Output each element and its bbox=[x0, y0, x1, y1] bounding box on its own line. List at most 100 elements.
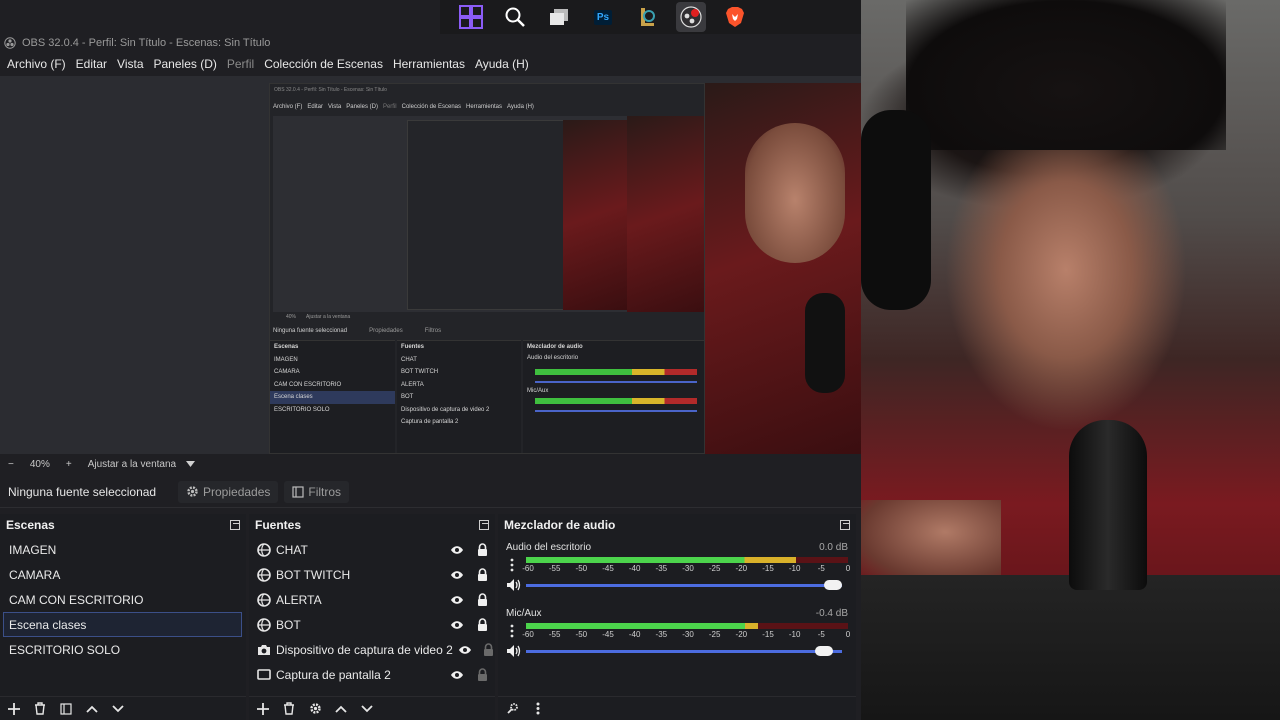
menu-archivo[interactable]: Archivo (F) bbox=[2, 57, 71, 71]
menu-editar[interactable]: Editar bbox=[71, 57, 112, 71]
move-scene-down-button[interactable] bbox=[110, 701, 126, 717]
source-item-screen-capture[interactable]: Captura de pantalla 2 bbox=[249, 662, 495, 687]
nested-menu-paneles: Paneles (D) bbox=[346, 104, 378, 110]
channel-menu-icon[interactable] bbox=[510, 558, 514, 572]
nested-preview-area bbox=[273, 116, 627, 312]
source-label: ALERTA bbox=[276, 592, 322, 607]
nested-menu-herramientas: Herramientas bbox=[466, 104, 503, 110]
channel-menu-icon[interactable] bbox=[510, 624, 514, 638]
add-scene-button[interactable] bbox=[6, 701, 22, 717]
move-source-up-button[interactable] bbox=[333, 701, 349, 717]
windows-start-icon[interactable] bbox=[456, 2, 486, 32]
volume-slider-handle[interactable] bbox=[824, 580, 842, 590]
scene-item-cam-con-escritorio[interactable]: CAM CON ESCRITORIO bbox=[0, 587, 246, 612]
menu-paneles[interactable]: Paneles (D) bbox=[149, 57, 222, 71]
sources-dock-header: Fuentes bbox=[249, 514, 495, 536]
taskbar: Ps bbox=[440, 0, 861, 34]
scene-item-escena-clases[interactable]: Escena clases bbox=[3, 612, 242, 637]
fit-window-dropdown[interactable]: Ajustar a la ventana bbox=[88, 459, 196, 470]
nested-mixer: Mezclador de audio Audio del escritorio … bbox=[523, 340, 704, 453]
nested-filters: Filtros bbox=[424, 328, 442, 334]
volume-slider[interactable] bbox=[526, 584, 842, 587]
eye-icon[interactable] bbox=[450, 543, 464, 557]
menu-herramientas[interactable]: Herramientas bbox=[388, 57, 470, 71]
unlock-icon[interactable] bbox=[483, 643, 494, 657]
league-of-legends-icon[interactable] bbox=[632, 2, 662, 32]
scene-item-camara[interactable]: CAMARA bbox=[0, 562, 246, 587]
mixer-menu-button[interactable] bbox=[530, 701, 546, 717]
lock-icon[interactable] bbox=[475, 568, 489, 582]
brave-icon[interactable] bbox=[720, 2, 750, 32]
menu-bar: Archivo (F) Editar Vista Paneles (D) Per… bbox=[0, 54, 861, 74]
properties-button[interactable]: Propiedades bbox=[178, 480, 279, 503]
mixer-channel: Mic/Aux -0.4 dB -60 -55 -50 -45 -40 -35 -30 -25 -2… bbox=[504, 608, 850, 668]
speaker-icon[interactable] bbox=[506, 644, 522, 658]
mixer-title: Mezclador de audio bbox=[504, 518, 616, 532]
lock-icon[interactable] bbox=[475, 543, 489, 557]
source-item-bot[interactable]: BOT bbox=[249, 612, 495, 637]
scene-item-imagen[interactable]: IMAGEN bbox=[0, 537, 246, 562]
eye-icon[interactable] bbox=[450, 593, 464, 607]
nested-menu-coleccion: Colección de Escenas bbox=[401, 104, 461, 110]
task-view-icon[interactable] bbox=[544, 2, 574, 32]
move-scene-up-button[interactable] bbox=[84, 701, 100, 717]
gear-icon bbox=[309, 703, 321, 714]
menu-coleccion-escenas[interactable]: Colección de Escenas bbox=[259, 57, 388, 71]
webcam-headphones bbox=[861, 110, 931, 310]
program-preview[interactable]: OBS 32.0.4 - Perfil: Sin Título - Escena… bbox=[0, 76, 861, 454]
browser-source-icon bbox=[257, 592, 271, 607]
nested-menu-ayuda: Ayuda (H) bbox=[507, 104, 534, 110]
nested-mixer-header: Mezclador de audio bbox=[527, 344, 583, 350]
lock-icon[interactable] bbox=[475, 593, 489, 607]
add-source-button[interactable] bbox=[255, 701, 271, 717]
source-properties-button[interactable] bbox=[307, 701, 323, 717]
zoom-in-button[interactable]: + bbox=[66, 459, 72, 470]
meter-tick-label: -10 bbox=[788, 564, 801, 573]
nested-sources: Fuentes CHAT BOT TWITCH ALERTA BOT Dispo… bbox=[397, 340, 521, 453]
mixer-dock-header: Mezclador de audio bbox=[498, 514, 856, 536]
volume-slider-handle[interactable] bbox=[814, 646, 833, 656]
remove-source-button[interactable] bbox=[281, 701, 297, 717]
eye-icon[interactable] bbox=[450, 618, 464, 632]
remove-scene-button[interactable] bbox=[32, 701, 48, 717]
menu-ayuda[interactable]: Ayuda (H) bbox=[470, 57, 534, 71]
source-item-bot-twitch[interactable]: BOT TWITCH bbox=[249, 562, 495, 587]
photoshop-icon[interactable]: Ps bbox=[588, 2, 618, 32]
speaker-icon[interactable] bbox=[506, 578, 522, 592]
eye-icon[interactable] bbox=[450, 568, 464, 582]
advanced-audio-button[interactable] bbox=[504, 701, 520, 717]
menu-perfil[interactable]: Perfil bbox=[222, 57, 259, 71]
undock-icon[interactable] bbox=[230, 520, 240, 530]
volume-slider[interactable] bbox=[526, 650, 842, 653]
lock-icon[interactable] bbox=[475, 618, 489, 632]
menu-vista[interactable]: Vista bbox=[112, 57, 148, 71]
unlock-icon[interactable] bbox=[475, 668, 489, 682]
source-item-chat[interactable]: CHAT bbox=[249, 537, 495, 562]
search-icon[interactable] bbox=[500, 2, 530, 32]
scene-filters-button[interactable] bbox=[58, 701, 74, 717]
scene-item-escritorio-solo[interactable]: ESCRITORIO SOLO bbox=[0, 637, 246, 662]
nested-no-source: Ninguna fuente seleccionad bbox=[273, 328, 348, 334]
obs-icon[interactable] bbox=[676, 2, 706, 32]
move-source-down-button[interactable] bbox=[359, 701, 375, 717]
source-item-capture-device[interactable]: Dispositivo de captura de video 2 bbox=[249, 637, 495, 662]
eye-icon[interactable] bbox=[450, 668, 464, 682]
undock-icon[interactable] bbox=[840, 520, 850, 530]
meter-tick-label: -60 bbox=[522, 630, 534, 639]
undock-icon[interactable] bbox=[479, 520, 489, 530]
eye-icon[interactable] bbox=[458, 643, 472, 657]
filters-button[interactable]: Filtros bbox=[284, 480, 350, 503]
browser-source-icon bbox=[257, 542, 271, 557]
nested-channel1-slider bbox=[535, 381, 697, 383]
meter-tick-label: -20 bbox=[735, 564, 748, 573]
window-title: OBS 32.0.4 - Perfil: Sin Título - Escena… bbox=[22, 37, 271, 49]
meter-tick-label: -10 bbox=[788, 630, 801, 639]
scenes-dock: Escenas IMAGEN CAMARA CAM CON ESCRITORIO… bbox=[0, 514, 246, 720]
zoom-out-button[interactable]: − bbox=[8, 459, 14, 470]
channel-name: Audio del escritorio bbox=[506, 542, 592, 553]
channel-db-value: -0.4 dB bbox=[815, 608, 848, 619]
chevron-up-icon bbox=[86, 705, 98, 713]
camera-icon bbox=[257, 643, 271, 657]
nested-source-item: BOT bbox=[401, 394, 414, 400]
source-item-alerta[interactable]: ALERTA bbox=[249, 587, 495, 612]
